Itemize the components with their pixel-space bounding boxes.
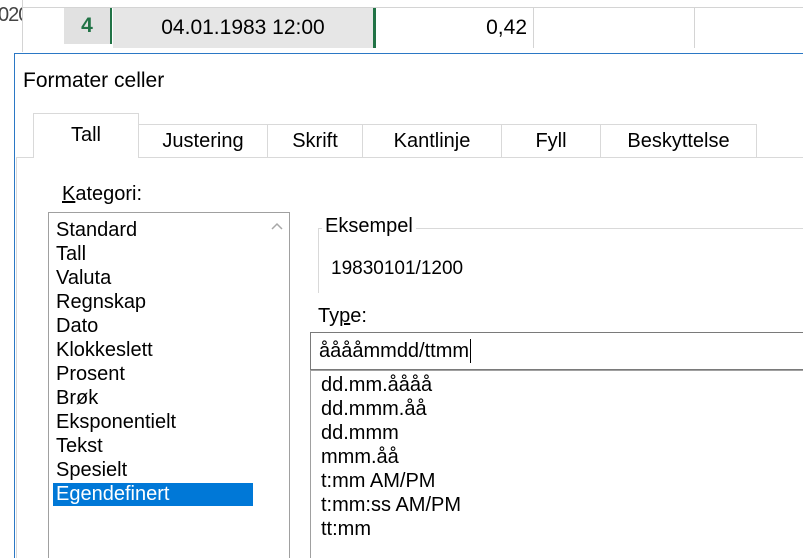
tab-label: Kantlinje: [393, 130, 471, 152]
category-item[interactable]: Tekst: [53, 435, 253, 458]
date-cell[interactable]: 04.01.1983 12:00: [113, 8, 376, 48]
row-header-fragment: 020: [0, 4, 22, 26]
spreadsheet-background: 020 4 04.01.1983 12:00 0,42: [0, 0, 803, 58]
type-listbox[interactable]: dd.mm.åååå dd.mmm.åå dd.mmm mmm.åå t:mm …: [310, 370, 803, 558]
tab-beskyttelse[interactable]: Beskyttelse: [600, 124, 757, 158]
type-label-rest: e:: [350, 305, 367, 327]
panel-left-border: [16, 157, 17, 558]
text-caret: [470, 339, 472, 363]
sample-legend: Eksempel: [322, 215, 416, 238]
category-item[interactable]: Standard: [53, 219, 253, 242]
type-option[interactable]: t:mm:ss AM/PM: [321, 494, 461, 517]
category-item[interactable]: Tall: [53, 243, 253, 266]
scroll-up-icon[interactable]: [269, 219, 285, 235]
dialog-titlebar[interactable]: Formater celler: [15, 54, 803, 104]
tab-label: Skrift: [292, 130, 338, 152]
type-option[interactable]: tt:mm: [321, 518, 371, 541]
type-label: Type:: [318, 305, 367, 328]
tab-fyll[interactable]: Fyll: [501, 124, 601, 158]
empty-cell[interactable]: [534, 8, 695, 48]
dialog-title: Formater celler: [23, 69, 165, 92]
category-label-text: ategori:: [75, 183, 143, 205]
row-header-column: 020: [0, 0, 23, 52]
category-item[interactable]: Regnskap: [53, 291, 253, 314]
value-cell[interactable]: 0,42: [378, 8, 534, 48]
type-option[interactable]: dd.mmm.åå: [321, 398, 427, 421]
category-item[interactable]: Eksponentielt: [53, 411, 253, 434]
tab-label: Beskyttelse: [627, 130, 730, 152]
category-item-selected[interactable]: Egendefinert: [53, 483, 253, 506]
active-tab-gap: [34, 157, 138, 159]
tab-kantlinje[interactable]: Kantlinje: [362, 124, 502, 158]
type-input-value: ååååmmdd/ttmm: [319, 339, 470, 362]
category-item[interactable]: Valuta: [53, 267, 253, 290]
tab-tall[interactable]: Tall: [33, 113, 139, 157]
category-item[interactable]: Spesielt: [53, 459, 253, 482]
sample-value: 19830101/1200: [331, 258, 464, 279]
category-listbox[interactable]: Standard Tall Valuta Regnskap Dato Klokk…: [48, 212, 290, 558]
type-option[interactable]: dd.mm.åååå: [321, 374, 432, 397]
type-option[interactable]: t:mm AM/PM: [321, 470, 435, 493]
category-label: Kategori:: [62, 183, 142, 206]
type-label-accesskey: p: [339, 305, 351, 327]
type-label-prefix: Ty: [318, 305, 340, 327]
tab-label: Fyll: [535, 130, 567, 152]
row-headers-strip: [0, 58, 15, 558]
category-item[interactable]: Klokkeslett: [53, 339, 253, 362]
tab-justering[interactable]: Justering: [138, 124, 268, 158]
category-label-accesskey: K: [62, 183, 76, 205]
tab-skrift[interactable]: Skrift: [267, 124, 363, 158]
row-number[interactable]: 4: [64, 8, 112, 44]
type-input[interactable]: ååååmmdd/ttmm: [310, 332, 803, 370]
category-item[interactable]: Dato: [53, 315, 253, 338]
type-option[interactable]: mmm.åå: [321, 446, 399, 469]
tab-label: Justering: [162, 130, 244, 152]
tab-label: Tall: [70, 124, 101, 146]
type-option[interactable]: dd.mmm: [321, 422, 399, 445]
category-item[interactable]: Prosent: [53, 363, 253, 386]
category-item[interactable]: Brøk: [53, 387, 253, 410]
